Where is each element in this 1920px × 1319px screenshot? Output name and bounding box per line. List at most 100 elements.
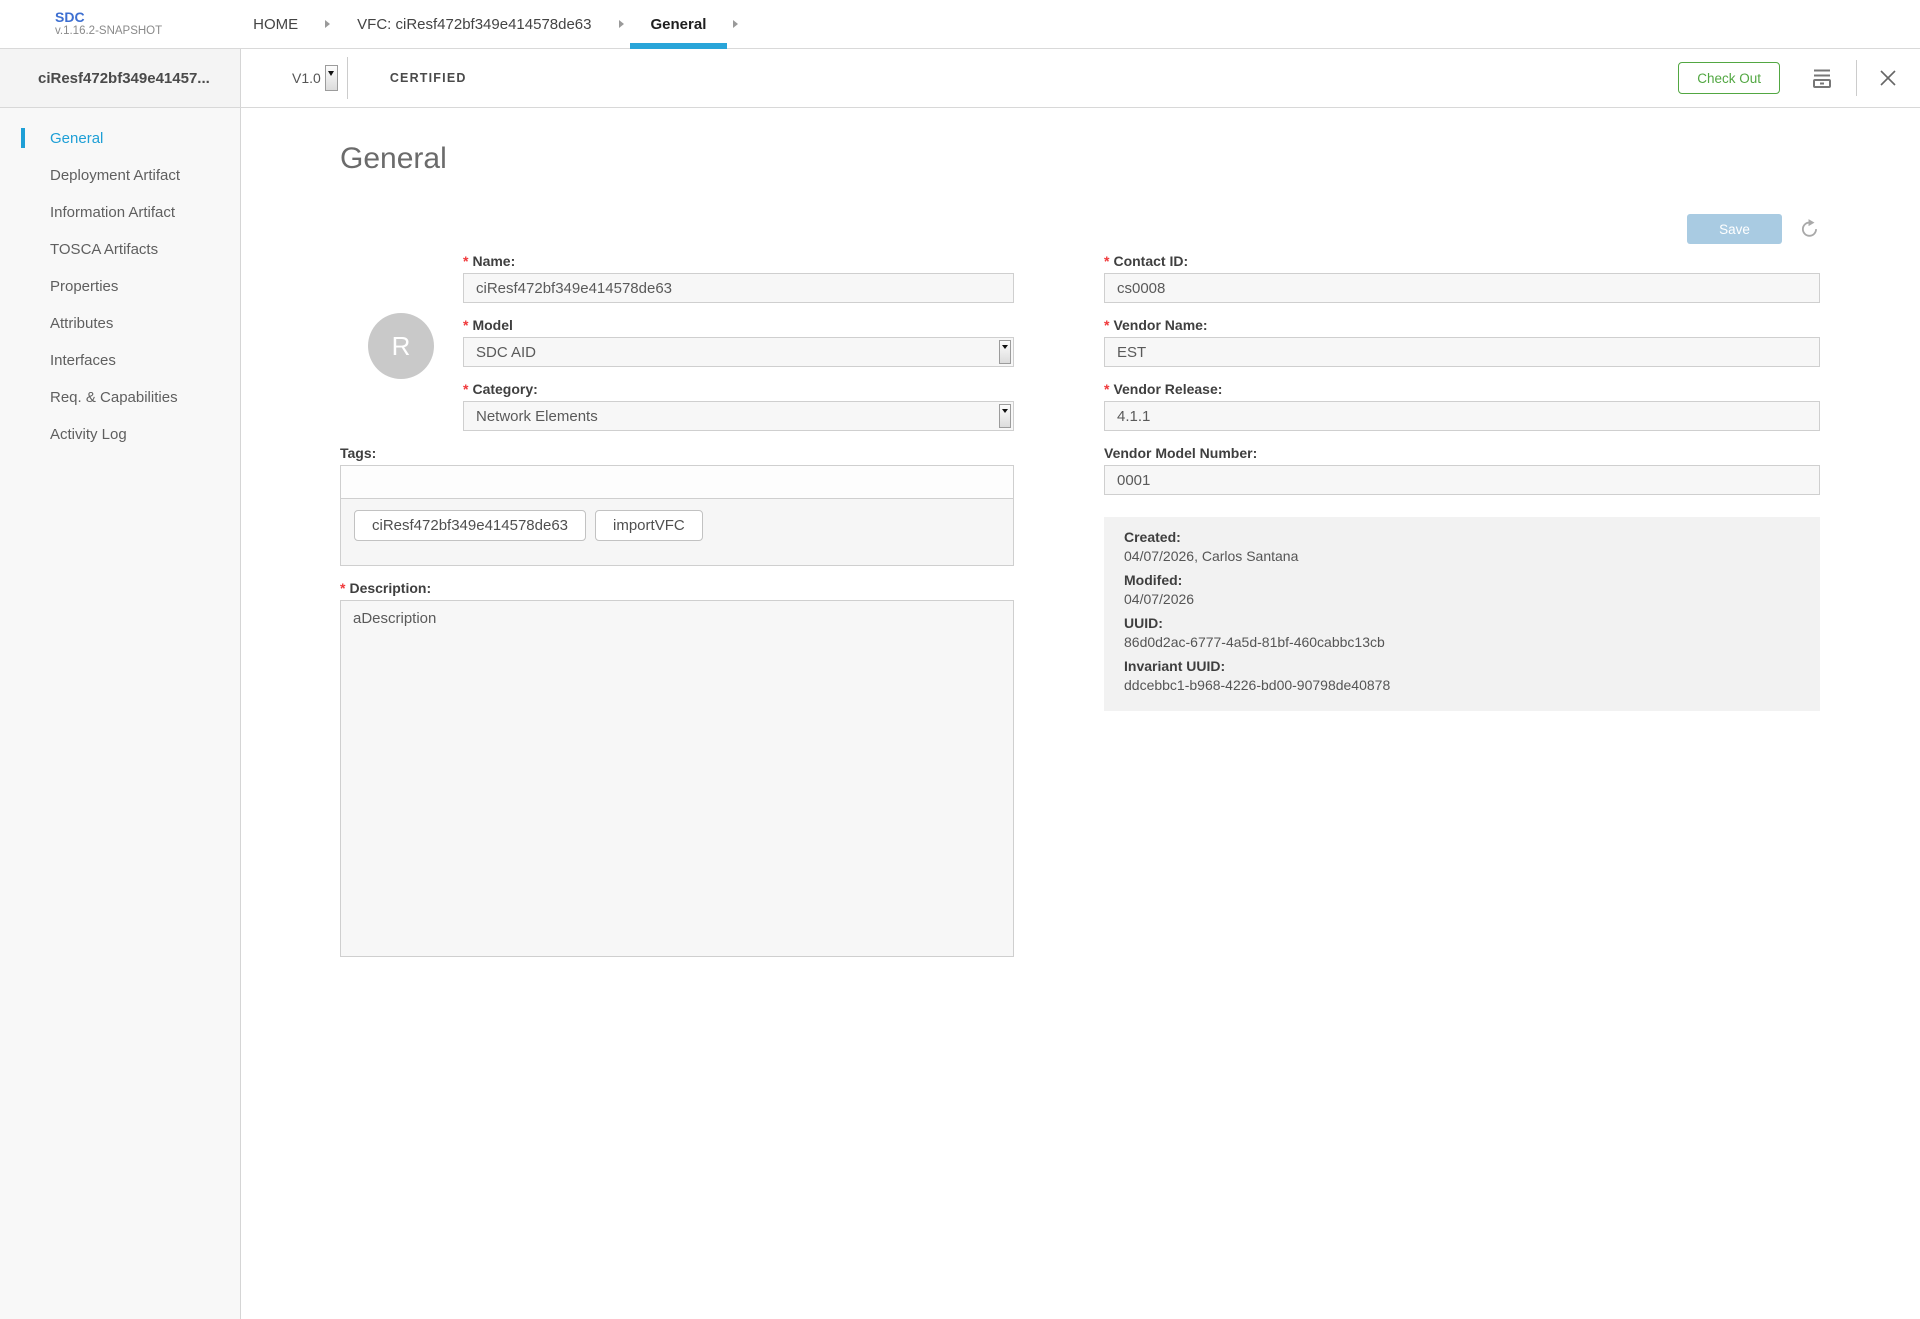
created-label: Created: — [1124, 528, 1800, 547]
tag-chip[interactable]: importVFC — [595, 510, 703, 541]
vendor-release-field-group: *Vendor Release: — [1104, 380, 1820, 431]
name-field-group: *Name: — [463, 252, 1014, 303]
app-logo-text: SDC — [55, 10, 162, 25]
lifecycle-state-badge: CERTIFIED — [390, 71, 467, 85]
model-select-value: SDC AID — [476, 344, 536, 361]
app-version-text: v.1.16.2-SNAPSHOT — [55, 25, 162, 38]
header-actions: Check Out — [1678, 60, 1897, 96]
invariant-uuid-label: Invariant UUID: — [1124, 657, 1800, 676]
category-select[interactable]: Network Elements — [463, 401, 1014, 431]
version-value: V1.0 — [292, 70, 321, 86]
save-row: Save — [340, 214, 1820, 244]
vendor-release-label: *Vendor Release: — [1104, 380, 1820, 398]
tags-box: ciResf472bf349e414578de63 importVFC — [340, 465, 1014, 566]
form-left-column: R *Name: *Model SDC AID — [340, 252, 1014, 975]
caret-right-icon — [324, 0, 331, 48]
caret-down-icon[interactable] — [999, 340, 1011, 364]
sidebar-item-deployment-artifact[interactable]: Deployment Artifact — [0, 157, 240, 194]
breadcrumb-home[interactable]: HOME — [232, 0, 319, 48]
breadcrumb-general-label: General — [651, 16, 707, 33]
invariant-uuid-meta: Invariant UUID: ddcebbc1-b968-4226-bd00-… — [1124, 657, 1800, 695]
tags-input[interactable] — [341, 466, 1013, 499]
contact-id-label: *Contact ID: — [1104, 252, 1820, 270]
name-input[interactable] — [463, 273, 1014, 303]
version-selector[interactable]: V1.0 — [292, 65, 338, 91]
avatar: R — [368, 313, 434, 379]
version-caret-down-icon[interactable] — [325, 65, 338, 91]
header-divider — [347, 57, 348, 99]
required-asterisk: * — [1104, 317, 1109, 333]
form-right-column: *Contact ID: *Vendor Name: *Vendor Relea… — [1104, 252, 1820, 975]
required-asterisk: * — [463, 253, 468, 269]
uuid-label: UUID: — [1124, 614, 1800, 633]
sidebar-item-interfaces[interactable]: Interfaces — [0, 342, 240, 379]
main-content: General Save R — [241, 108, 1920, 1319]
sidebar-item-activity-log[interactable]: Activity Log — [0, 416, 240, 453]
page-body: General Deployment Artifact Information … — [0, 108, 1920, 1319]
metadata-panel: Created: 04/07/2026, Carlos Santana Modi… — [1104, 517, 1820, 711]
avatar-slot: R — [340, 252, 463, 444]
asset-title: ciResf472bf349e41457... — [0, 49, 241, 107]
page-title: General — [340, 141, 1920, 176]
category-field-group: *Category: Network Elements — [463, 380, 1014, 431]
sidebar-item-information-artifact[interactable]: Information Artifact — [0, 194, 240, 231]
sidebar-item-general[interactable]: General — [0, 120, 240, 157]
header-divider — [1856, 60, 1857, 96]
vendor-model-number-label: Vendor Model Number: — [1104, 444, 1820, 462]
vendor-model-number-field-group: Vendor Model Number: — [1104, 444, 1820, 495]
created-meta: Created: 04/07/2026, Carlos Santana — [1124, 528, 1800, 566]
tag-chip[interactable]: ciResf472bf349e414578de63 — [354, 510, 586, 541]
modified-value: 04/07/2026 — [1124, 590, 1800, 609]
vendor-name-input[interactable] — [1104, 337, 1820, 367]
check-out-button[interactable]: Check Out — [1678, 62, 1780, 94]
active-tab-underline — [630, 43, 728, 49]
required-asterisk: * — [1104, 381, 1109, 397]
description-textarea[interactable]: aDescription — [340, 600, 1014, 957]
required-asterisk: * — [463, 381, 468, 397]
breadcrumb-general-active[interactable]: General — [630, 0, 728, 48]
save-button[interactable]: Save — [1687, 214, 1782, 244]
uuid-value: 86d0d2ac-6777-4a5d-81bf-460cabbc13cb — [1124, 633, 1800, 652]
general-form: R *Name: *Model SDC AID — [340, 252, 1820, 975]
contact-id-field-group: *Contact ID: — [1104, 252, 1820, 303]
description-label: *Description: — [340, 579, 1014, 597]
sidebar-item-tosca-artifacts[interactable]: TOSCA Artifacts — [0, 231, 240, 268]
invariant-uuid-value: ddcebbc1-b968-4226-bd00-90798de40878 — [1124, 676, 1800, 695]
model-field-group: *Model SDC AID — [463, 316, 1014, 367]
breadcrumb: HOME VFC: ciResf472bf349e414578de63 Gene… — [232, 0, 744, 48]
close-icon[interactable] — [1879, 69, 1897, 87]
caret-right-icon — [618, 0, 625, 48]
refresh-icon[interactable] — [1798, 218, 1820, 240]
vendor-name-field-group: *Vendor Name: — [1104, 316, 1820, 367]
vendor-release-input[interactable] — [1104, 401, 1820, 431]
category-select-value: Network Elements — [476, 408, 598, 425]
vendor-model-number-input[interactable] — [1104, 465, 1820, 495]
category-label: *Category: — [463, 380, 1014, 398]
breadcrumb-vfc[interactable]: VFC: ciResf472bf349e414578de63 — [336, 0, 612, 48]
modified-meta: Modifed: 04/07/2026 — [1124, 571, 1800, 609]
uuid-meta: UUID: 86d0d2ac-6777-4a5d-81bf-460cabbc13… — [1124, 614, 1800, 652]
required-asterisk: * — [340, 580, 345, 596]
app-logo: SDC v.1.16.2-SNAPSHOT — [55, 0, 162, 48]
name-label: *Name: — [463, 252, 1014, 270]
print-icon[interactable] — [1810, 66, 1834, 90]
tags-chips-panel: ciResf472bf349e414578de63 importVFC — [341, 499, 1013, 565]
sidebar-item-label: General — [50, 130, 103, 147]
sidebar-item-attributes[interactable]: Attributes — [0, 305, 240, 342]
active-item-indicator — [21, 128, 25, 148]
created-value: 04/07/2026, Carlos Santana — [1124, 547, 1800, 566]
sidebar-menu: General Deployment Artifact Information … — [0, 108, 241, 1319]
sidebar-item-properties[interactable]: Properties — [0, 268, 240, 305]
caret-down-icon[interactable] — [999, 404, 1011, 428]
model-label: *Model — [463, 316, 1014, 334]
top-nav-bar: SDC v.1.16.2-SNAPSHOT HOME VFC: ciResf47… — [0, 0, 1920, 49]
caret-right-icon — [732, 0, 739, 48]
model-select[interactable]: SDC AID — [463, 337, 1014, 367]
modified-label: Modifed: — [1124, 571, 1800, 590]
required-asterisk: * — [463, 317, 468, 333]
required-asterisk: * — [1104, 253, 1109, 269]
sidebar-item-req-capabilities[interactable]: Req. & Capabilities — [0, 379, 240, 416]
asset-header: ciResf472bf349e41457... V1.0 CERTIFIED C… — [0, 49, 1920, 108]
vendor-name-label: *Vendor Name: — [1104, 316, 1820, 334]
contact-id-input[interactable] — [1104, 273, 1820, 303]
